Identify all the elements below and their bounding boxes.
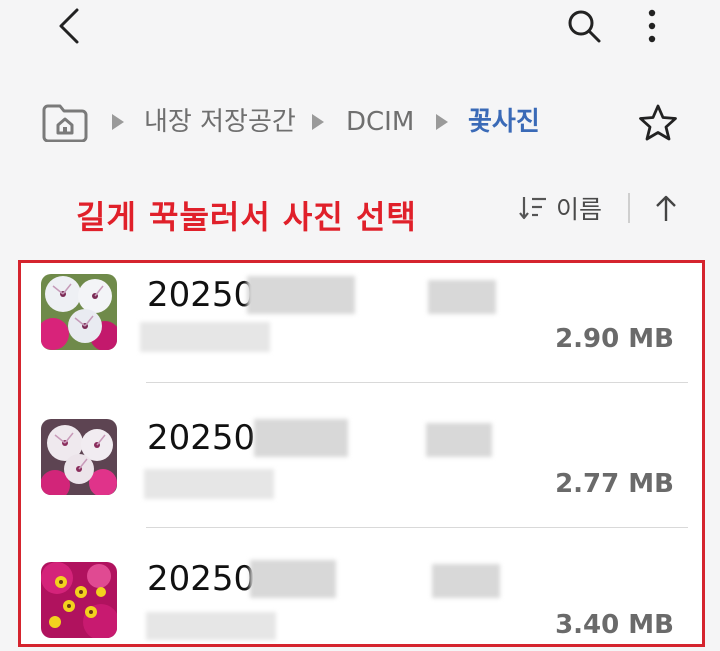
breadcrumb-separator xyxy=(112,114,124,130)
sort-label: 이름 xyxy=(555,195,602,224)
search-button[interactable] xyxy=(560,2,608,50)
back-button[interactable] xyxy=(44,2,92,50)
breadcrumb-separator xyxy=(436,114,448,130)
search-icon xyxy=(568,10,601,43)
breadcrumb-item-dcim[interactable]: DCIM xyxy=(346,109,414,135)
instruction-annotation: 길게 꾹눌러서 사진 선택 xyxy=(76,198,417,236)
home-button[interactable] xyxy=(40,100,90,144)
sort-direction-button[interactable] xyxy=(646,188,686,228)
more-vert-icon xyxy=(648,9,656,43)
favorite-button[interactable] xyxy=(634,98,682,146)
breadcrumb-separator xyxy=(312,114,324,130)
breadcrumb-item-current-folder[interactable]: 꽃사진 xyxy=(468,109,540,135)
more-options-button[interactable] xyxy=(630,2,674,50)
chevron-left-icon xyxy=(59,8,79,44)
selection-highlight-frame xyxy=(18,260,705,647)
sort-divider xyxy=(628,193,630,223)
breadcrumb-item-internal-storage[interactable]: 내장 저장공간 xyxy=(144,109,296,135)
breadcrumb: 내장 저장공간 DCIM 꽃사진 xyxy=(40,100,600,144)
home-folder-icon xyxy=(42,104,88,142)
star-icon xyxy=(639,104,677,141)
sort-icon xyxy=(519,197,546,220)
sort-button[interactable]: 이름 xyxy=(508,188,612,228)
arrow-up-icon xyxy=(656,195,676,221)
